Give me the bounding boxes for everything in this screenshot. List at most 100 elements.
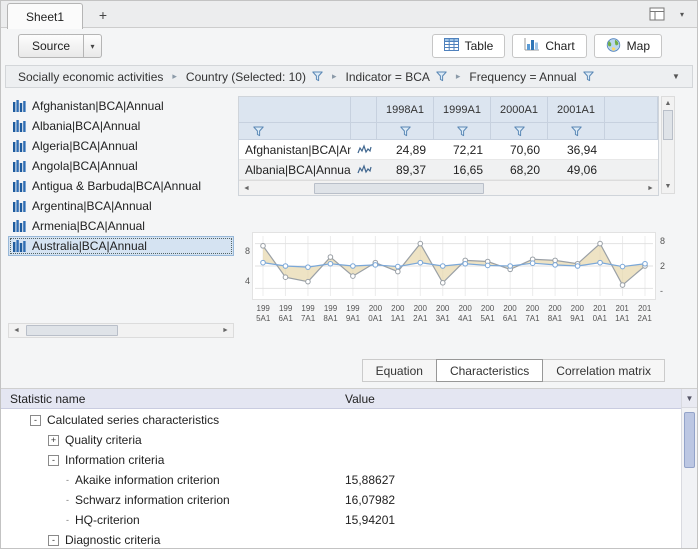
collapse-icon[interactable]: - — [48, 455, 59, 466]
column-filter-cell[interactable] — [491, 123, 548, 140]
statistic-row[interactable]: +Quality criteria — [0, 430, 681, 450]
column-filter-cell[interactable] — [377, 123, 434, 140]
x-axis-label: 2011A1 — [611, 304, 633, 324]
series-list-hscrollbar[interactable]: ◄ ► — [8, 323, 234, 338]
map-button-label: Map — [627, 39, 650, 53]
series-bars-icon — [13, 180, 26, 192]
statistic-row[interactable]: -HQ-criterion15,94201 — [0, 510, 681, 530]
scroll-down-icon[interactable]: ▼ — [665, 180, 672, 193]
column-filter-cell[interactable] — [548, 123, 605, 140]
table-button[interactable]: Table — [432, 34, 506, 58]
filter-funnel-icon[interactable] — [514, 126, 525, 137]
column-header[interactable]: 1998A1 — [377, 97, 434, 123]
scroll-left-icon[interactable]: ◄ — [9, 327, 24, 334]
series-list-item[interactable]: Algeria|BCA|Annual — [8, 136, 234, 156]
chart-button[interactable]: Chart — [512, 34, 586, 58]
tab-characteristics[interactable]: Characteristics — [436, 359, 543, 382]
filter-funnel-icon[interactable] — [253, 126, 264, 137]
filter-crumb[interactable]: Frequency = Annual — [469, 70, 593, 84]
source-button[interactable]: Source ▾ — [18, 34, 102, 58]
series-list-item[interactable]: Albania|BCA|Annual — [8, 116, 234, 136]
x-axis-label: 2007A1 — [521, 304, 543, 324]
x-axis-label: 2010A1 — [589, 304, 611, 324]
collapse-icon[interactable]: - — [48, 535, 59, 546]
filter-crumb[interactable]: Indicator = BCA — [346, 70, 447, 84]
statistic-row[interactable]: -Schwarz information criterion16,07982 — [0, 490, 681, 510]
column-options-dropdown[interactable]: ▼ — [682, 389, 697, 408]
data-table-hscrollbar[interactable]: ◄ ► — [239, 180, 658, 195]
table-button-label: Table — [465, 39, 494, 53]
filter-crumb[interactable]: Country (Selected: 10) — [186, 70, 323, 84]
chart-plot-area[interactable] — [252, 232, 656, 300]
series-bars-icon — [13, 160, 26, 172]
scroll-left-icon[interactable]: ◄ — [239, 185, 254, 192]
expand-icon[interactable]: + — [48, 435, 59, 446]
scroll-right-icon[interactable]: ► — [218, 327, 233, 334]
collapse-icon[interactable]: - — [30, 415, 41, 426]
mini-chart-svg — [253, 233, 655, 299]
vscroll-thumb[interactable] — [684, 412, 695, 468]
column-header[interactable]: 2000A1 — [491, 97, 548, 123]
filter-funnel-icon[interactable] — [436, 71, 447, 82]
filter-funnel-icon[interactable] — [312, 71, 323, 82]
series-list-item[interactable]: Argentina|BCA|Annual — [8, 196, 234, 216]
source-button-label[interactable]: Source — [18, 34, 84, 58]
cell-value: 36,94 — [548, 140, 605, 159]
tab-correlation-matrix[interactable]: Correlation matrix — [542, 359, 665, 382]
x-axis-label: 1999A1 — [342, 304, 364, 324]
hscroll-thumb[interactable] — [314, 183, 484, 194]
filter-bar-dropdown[interactable]: ▼ — [668, 72, 684, 81]
statistic-row[interactable]: -Information criteria — [0, 450, 681, 470]
statistic-name-column-header[interactable]: Statistic name — [10, 392, 85, 406]
add-sheet-button[interactable]: + — [92, 5, 114, 25]
row-series-name: Afghanistan|BCA|Annual — [239, 140, 351, 159]
statistic-row[interactable]: -Diagnostic criteria — [0, 530, 681, 549]
main-toolbar: Source ▾ Table Chart Map — [0, 29, 698, 63]
source-dropdown-arrow[interactable]: ▾ — [84, 34, 102, 58]
series-list-item[interactable]: Afghanistan|BCA|Annual — [8, 96, 234, 116]
chart-right-axis: 82- — [660, 236, 676, 296]
statistics-rows: -Calculated series characteristics+Quali… — [0, 410, 681, 549]
filter-funnel-icon[interactable] — [583, 71, 594, 82]
filter-funnel-icon[interactable] — [400, 126, 411, 137]
table-row[interactable]: Afghanistan|BCA|Annual24,8972,2170,6036,… — [239, 140, 658, 160]
column-filter-cell[interactable] — [434, 123, 491, 140]
statistic-row[interactable]: -Akaike information criterion15,88627 — [0, 470, 681, 490]
statistics-vscrollbar[interactable]: ▼ — [681, 389, 697, 549]
data-table-vscrollbar[interactable]: ▲ ▼ — [661, 96, 675, 194]
statistic-value: 15,94201 — [345, 513, 395, 527]
series-label: Armenia|BCA|Annual — [32, 219, 145, 233]
row-series-name: Albania|BCA|Annual — [239, 160, 351, 179]
chart-x-labels: 1995A11996A11997A11998A11999A12000A12001… — [252, 304, 656, 324]
statistic-row[interactable]: -Calculated series characteristics — [0, 410, 681, 430]
statistic-name: HQ-criterion — [75, 513, 140, 527]
scroll-right-icon[interactable]: ► — [643, 185, 658, 192]
vscroll-thumb[interactable] — [663, 110, 673, 140]
series-label: Antigua & Barbuda|BCA|Annual — [32, 179, 201, 193]
column-header[interactable]: 2001A1 — [548, 97, 605, 123]
series-label: Argentina|BCA|Annual — [32, 199, 152, 213]
x-axis-label: 2006A1 — [499, 304, 521, 324]
table-row[interactable]: Albania|BCA|Annual89,3716,6568,2049,06 — [239, 160, 658, 180]
tabbar-dropdown[interactable]: ▾ — [674, 4, 690, 24]
series-bars-icon — [13, 240, 26, 252]
series-list-item[interactable]: Armenia|BCA|Annual — [8, 216, 234, 236]
tab-equation[interactable]: Equation — [362, 359, 437, 382]
value-column-header[interactable]: Value — [345, 392, 375, 406]
x-axis-label: 2002A1 — [409, 304, 431, 324]
statistic-name: Diagnostic criteria — [65, 533, 160, 547]
column-header[interactable]: 1999A1 — [434, 97, 491, 123]
series-list-item[interactable]: Angola|BCA|Annual — [8, 156, 234, 176]
series-list-item[interactable]: Antigua & Barbuda|BCA|Annual — [8, 176, 234, 196]
filter-funnel-icon[interactable] — [457, 126, 468, 137]
series-label: Algeria|BCA|Annual — [32, 139, 138, 153]
hscroll-thumb[interactable] — [26, 325, 118, 336]
filter-crumb[interactable]: Socially economic activities — [18, 70, 163, 84]
report-layout-icon[interactable] — [645, 4, 669, 24]
series-list-item[interactable]: Australia|BCA|Annual — [8, 236, 234, 256]
scroll-up-icon[interactable]: ▲ — [665, 97, 672, 110]
filter-funnel-icon[interactable] — [571, 126, 582, 137]
tab-sheet1[interactable]: Sheet1 — [7, 3, 83, 29]
map-button[interactable]: Map — [594, 34, 662, 58]
filter-crumb-label: Frequency = Annual — [469, 70, 576, 84]
